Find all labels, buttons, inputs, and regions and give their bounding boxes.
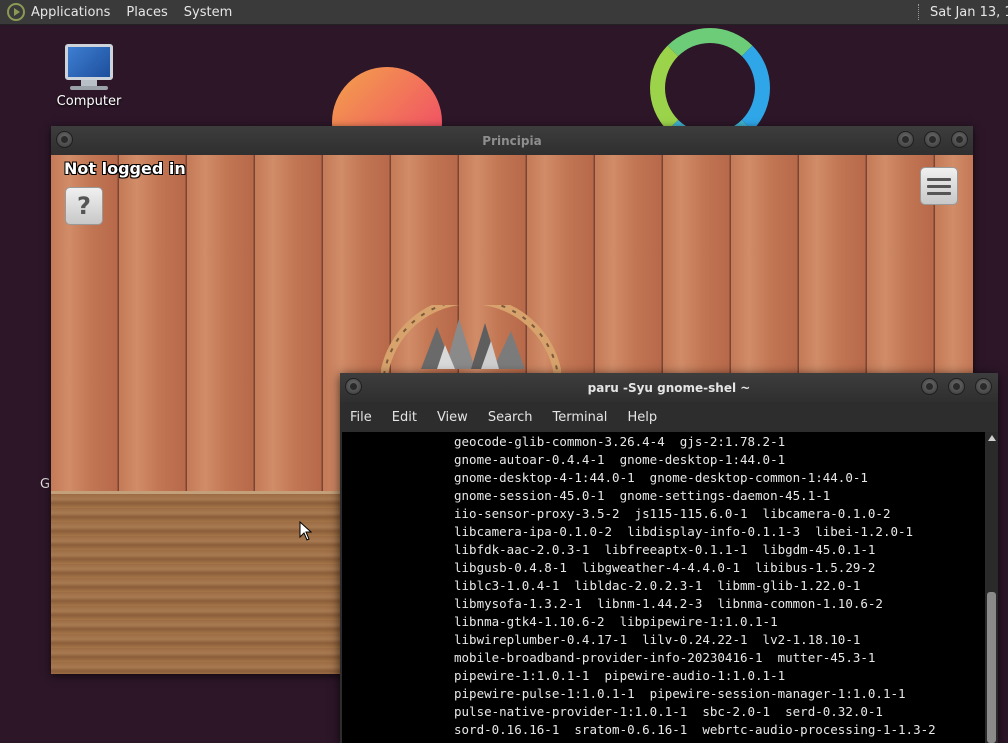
login-status: Not logged in [64, 159, 186, 178]
desktop-icon-label-partial: G [40, 477, 51, 492]
terminal-line: gnome-desktop-4-1:44.0-1 gnome-desktop-c… [454, 470, 868, 485]
terminal-line: iio-sensor-proxy-3.5-2 js115-115.6.0-1 l… [454, 506, 891, 521]
window-menu-button[interactable] [345, 378, 362, 395]
terminal-line: libcamera-ipa-0.1.0-2 libdisplay-info-0.… [454, 524, 914, 539]
help-button[interactable]: ? [65, 187, 103, 225]
terminal-window: paru -Syu gnome-shel ~ File Edit View Se… [340, 373, 998, 743]
terminal-line: libmysofa-1.3.2-1 libnm-1.44.2-3 libnma-… [454, 596, 883, 611]
distro-logo-icon[interactable] [7, 3, 25, 21]
terminal-scrollbar[interactable] [985, 432, 998, 743]
system-menu[interactable]: System [184, 5, 232, 20]
close-button[interactable] [975, 378, 992, 395]
menu-edit[interactable]: Edit [392, 410, 417, 425]
desktop-icon-computer[interactable]: Computer [52, 44, 126, 109]
desktop-icon-label: Computer [56, 94, 122, 109]
top-panel: Applications Places System Sat Jan 13, 1… [0, 0, 1008, 25]
terminal-line: libgusb-0.4.8-1 libgweather-4-4.4.0-1 li… [454, 560, 876, 575]
terminal-line: sord-0.16.16-1 sratom-0.6.16-1 webrtc-au… [454, 722, 936, 737]
window-menu-button[interactable] [56, 131, 73, 148]
minimize-button[interactable] [921, 378, 938, 395]
terminal-line: liblc3-1.0.4-1 libldac-2.0.2.3-1 libmm-g… [454, 578, 861, 593]
menu-file[interactable]: File [350, 410, 372, 425]
maximize-button[interactable] [948, 378, 965, 395]
hamburger-icon [927, 177, 951, 181]
terminal-line: pipewire-pulse-1:1.0.1-1 pipewire-sessio… [454, 686, 906, 701]
terminal-line: pulse-native-provider-1:1.0.1-1 sbc-2.0-… [454, 704, 883, 719]
panel-clock[interactable]: Sat Jan 13, 14: [930, 5, 1008, 20]
scrollbar-thumb[interactable] [987, 592, 996, 743]
terminal-line: gnome-session-45.0-1 gnome-settings-daem… [454, 488, 831, 503]
terminal-line: pipewire-1:1.0.1-1 pipewire-audio-1:1.0.… [454, 668, 786, 683]
mouse-pointer-icon [299, 521, 313, 541]
applications-menu[interactable]: Applications [31, 5, 110, 20]
terminal-line: libfdk-aac-2.0.3-1 libfreeaptx-0.1.1-1 l… [454, 542, 876, 557]
terminal-line: mobile-broadband-provider-info-20230416-… [454, 650, 876, 665]
maximize-button[interactable] [924, 131, 941, 148]
principia-titlebar[interactable]: Principia [51, 126, 973, 155]
computer-icon [65, 44, 113, 80]
hamburger-menu-button[interactable] [920, 167, 958, 205]
terminal-line: libwireplumber-0.4.17-1 lilv-0.24.22-1 l… [454, 632, 861, 647]
computer-base [70, 86, 108, 90]
terminal-menubar: File Edit View Search Terminal Help [340, 402, 998, 432]
scroll-up-arrow-icon[interactable] [988, 435, 996, 441]
menu-terminal[interactable]: Terminal [552, 410, 607, 425]
places-menu[interactable]: Places [126, 5, 167, 20]
minimize-button[interactable] [897, 131, 914, 148]
terminal-line: geocode-glib-common-3.26.4-4 gjs-2:1.78.… [454, 434, 786, 449]
terminal-line: gnome-autoar-0.4.4-1 gnome-desktop-1:44.… [454, 452, 786, 467]
window-title: paru -Syu gnome-shel ~ [587, 380, 751, 395]
menu-help[interactable]: Help [627, 410, 657, 425]
menu-search[interactable]: Search [488, 410, 533, 425]
terminal-line: libnma-gtk4-1.10.6-2 libpipewire-1:1.0.1… [454, 614, 778, 629]
help-icon: ? [77, 192, 91, 220]
close-button[interactable] [951, 131, 968, 148]
gear-object[interactable] [381, 305, 561, 375]
menu-view[interactable]: View [437, 410, 468, 425]
terminal-output[interactable]: geocode-glib-common-3.26.4-4 gjs-2:1.78.… [342, 432, 985, 743]
terminal-titlebar[interactable]: paru -Syu gnome-shel ~ [340, 373, 998, 402]
panel-handle[interactable] [918, 4, 922, 20]
window-title: Principia [482, 133, 542, 148]
